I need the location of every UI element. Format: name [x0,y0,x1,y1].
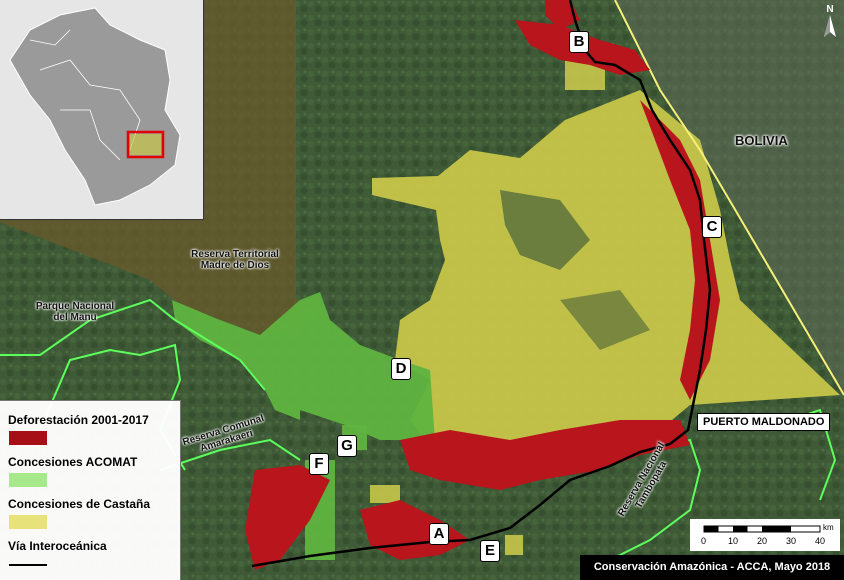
marker-f[interactable]: F [309,453,329,475]
marker-c[interactable]: C [702,216,722,238]
label-bolivia: BOLIVIA [735,133,788,148]
map-legend: Deforestación 2001-2017 Concesiones ACOM… [0,400,181,580]
scale-tick-40: 40 [815,536,826,546]
label-puerto-maldonado: PUERTO MALDONADO [697,413,831,431]
scale-tick-10: 10 [728,536,739,546]
marker-e[interactable]: E [480,540,500,562]
marker-b[interactable]: B [569,31,589,53]
peru-outline [0,0,203,219]
scale-tick-0: 0 [701,536,707,546]
legend-swatch-acomat [9,473,47,487]
legend-label-acomat: Concesiones ACOMAT [8,455,138,469]
label-reserva-territorial: Reserva Territorial Madre de Dios [191,249,279,271]
legend-label-castana: Concesiones de Castaña [8,497,151,511]
legend-swatch-deforestation [9,431,47,445]
north-arrow-icon: N [820,4,840,40]
scale-bar: 0 10 20 30 40 km [690,519,840,551]
legend-swatch-road [9,564,47,566]
scale-tick-20: 20 [757,536,768,546]
map-credit: Conservación Amazónica - ACCA, Mayo 2018 [580,555,844,580]
marker-g[interactable]: G [337,435,357,457]
map-canvas[interactable]: N Reserva Territorial Madre de Dios Parq… [0,0,844,580]
scale-tick-30: 30 [786,536,797,546]
legend-label-road: Vía Interoceánica [8,539,107,553]
scale-unit: km [823,523,834,532]
marker-a[interactable]: A [429,523,449,545]
label-parque-manu: Parque Nacional del Manu [35,301,115,323]
marker-d[interactable]: D [391,358,411,380]
inset-locator-map [0,0,204,220]
legend-label-deforestation: Deforestación 2001-2017 [8,413,149,427]
legend-swatch-castana [9,515,47,529]
